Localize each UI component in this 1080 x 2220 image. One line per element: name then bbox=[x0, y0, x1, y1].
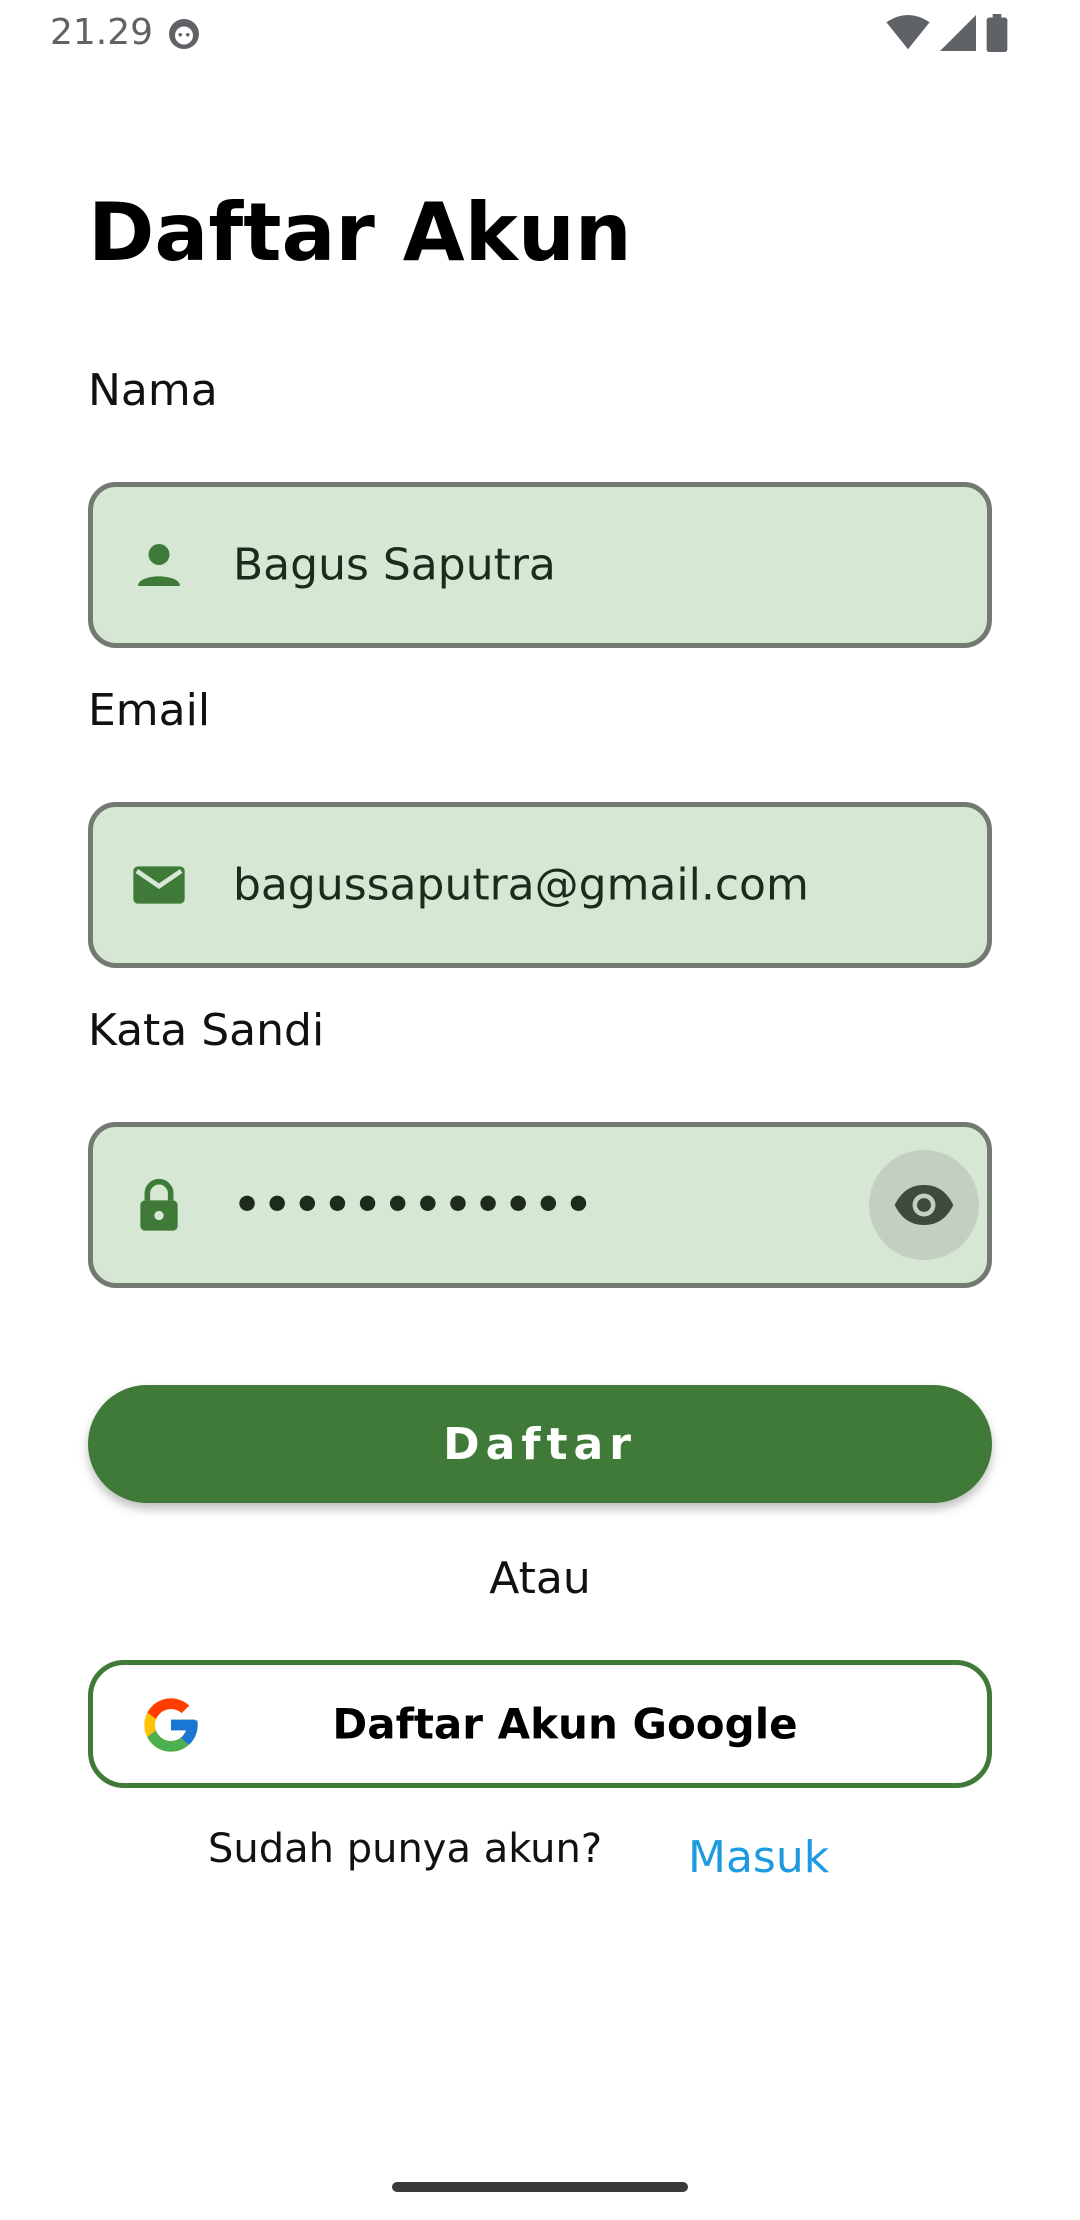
or-divider-text: Atau bbox=[489, 1553, 591, 1604]
password-field[interactable]: •••••••••••• bbox=[88, 1122, 992, 1288]
name-value: Bagus Saputra bbox=[233, 539, 556, 591]
email-label: Email bbox=[88, 685, 211, 736]
home-indicator[interactable] bbox=[392, 2182, 688, 2192]
signal-icon bbox=[940, 15, 976, 51]
name-label: Nama bbox=[88, 365, 218, 416]
status-icons bbox=[886, 14, 1008, 52]
eye-icon bbox=[894, 1185, 954, 1225]
password-value: •••••••••••• bbox=[233, 1179, 595, 1231]
toggle-password-visibility-button[interactable] bbox=[869, 1150, 979, 1260]
register-screen: 21.29 Daftar Akun Nama Bagus Saputra Ema… bbox=[0, 0, 1080, 2220]
google-register-label: Daftar Akun Google bbox=[332, 1699, 798, 1749]
name-field[interactable]: Bagus Saputra bbox=[88, 482, 992, 648]
password-label: Kata Sandi bbox=[88, 1005, 325, 1056]
email-field[interactable]: bagussaputra@gmail.com bbox=[88, 802, 992, 968]
login-link[interactable]: Masuk bbox=[688, 1832, 829, 1883]
mail-icon bbox=[133, 866, 185, 904]
status-time: 21.29 bbox=[50, 12, 154, 53]
have-account-text: Sudah punya akun? bbox=[208, 1826, 603, 1872]
page-title: Daftar Akun bbox=[88, 186, 632, 279]
register-button[interactable]: Daftar bbox=[88, 1385, 992, 1503]
person-icon bbox=[138, 544, 180, 586]
email-value: bagussaputra@gmail.com bbox=[233, 859, 809, 911]
status-bar: 21.29 bbox=[0, 0, 1080, 66]
battery-icon bbox=[986, 14, 1008, 52]
notification-face-icon bbox=[169, 19, 199, 49]
google-register-button[interactable]: Daftar Akun Google bbox=[88, 1660, 992, 1788]
wifi-icon bbox=[886, 15, 930, 50]
lock-icon bbox=[140, 1178, 178, 1231]
